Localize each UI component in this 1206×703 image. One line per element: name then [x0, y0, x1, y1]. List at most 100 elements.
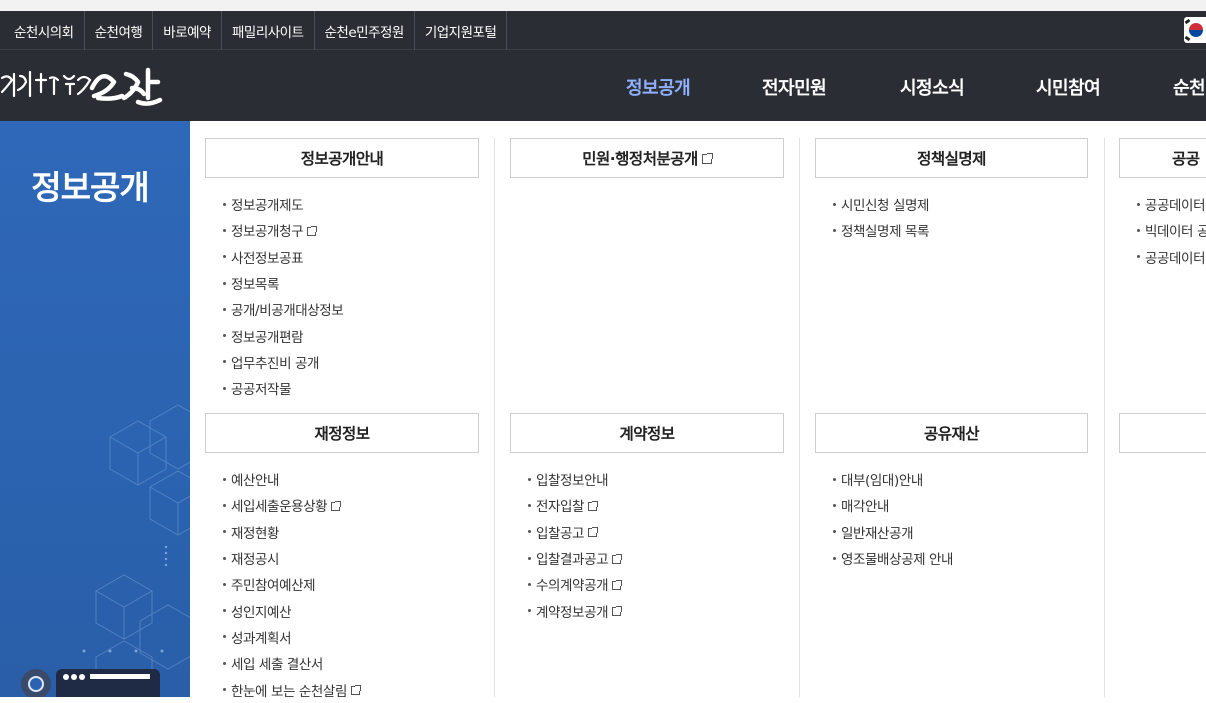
bullet-icon — [223, 202, 226, 206]
gnb-item-suncheon[interactable]: 순천 — [1173, 74, 1206, 100]
section-link-item[interactable]: 빅데이터 공 — [1137, 217, 1206, 243]
util-link-reservation[interactable]: 바로예약 — [153, 11, 222, 50]
bullet-icon — [1137, 228, 1140, 232]
gnb-item-info-disclosure[interactable]: 정보공개 — [626, 74, 691, 100]
section-link-item[interactable]: 계약정보공개 — [528, 597, 623, 623]
section-link-item[interactable]: 정보공개제도 — [223, 191, 343, 217]
section-header-finance-info[interactable]: 재정정보 — [205, 413, 479, 453]
section-link-label: 입찰결과공고 — [536, 552, 609, 569]
column-divider — [799, 138, 800, 697]
section-link-item[interactable]: 성인지예산 — [223, 597, 360, 623]
section-header-public-data[interactable]: 공공 — [1119, 138, 1206, 178]
section-link-label: 세입 세출 결산서 — [231, 657, 323, 674]
section-header-public-property[interactable]: 공유재산 — [815, 413, 1088, 453]
section-link-label: 정보목록 — [231, 277, 280, 294]
section-link-item[interactable]: 전자입찰 — [528, 492, 621, 518]
section-title: 재정정보 — [314, 425, 370, 443]
external-link-icon — [612, 579, 623, 590]
gnb-item-citizen-participation[interactable]: 시민참여 — [1036, 74, 1101, 100]
section-link-item[interactable]: 입찰공고 — [528, 519, 621, 545]
bullet-icon — [528, 503, 531, 507]
section-link-label: 정책실명제 목록 — [841, 224, 930, 241]
section-link-label: 빅데이터 공 — [1145, 224, 1206, 241]
section-link-item[interactable]: 대부(임대)안내 — [833, 466, 953, 492]
main-header: 정보공개 전자민원 시정소식 시민참여 순천 — [0, 50, 1206, 121]
browser-top-strip — [0, 0, 1206, 11]
side-title: 정보공개 — [31, 168, 149, 207]
section-title: 공유재산 — [923, 425, 980, 443]
section-link-list: 정보공개제도정보공개청구 사전정보공표정보목록공개/비공개대상정보 정보공개편람업무… — [223, 191, 344, 401]
section-link-label: 업무추진비 공개 — [231, 355, 320, 372]
section-link-list: 시민신청 실명제정책실명제 목록 — [833, 191, 929, 244]
bullet-icon — [528, 530, 531, 534]
bullet-icon — [223, 635, 226, 639]
section-link-item[interactable]: 수의계약공개 — [528, 571, 623, 597]
section-header-contract-info[interactable]: 계약정보 — [510, 413, 784, 453]
section-link-label: 성인지예산 — [231, 604, 292, 621]
section-link-item[interactable]: 공개/비공개대상정보 — [223, 296, 344, 322]
bullet-icon — [223, 386, 226, 390]
utility-links: 순천시의회 순천여행 바로예약 패밀리사이트 순천e민주정원 기업지원포털 — [0, 11, 1206, 50]
bullet-icon — [833, 530, 836, 534]
external-link-icon — [612, 606, 623, 617]
util-link-family-site[interactable]: 패밀리사이트 — [222, 11, 315, 50]
section-link-item[interactable]: 예산안내 — [223, 466, 360, 492]
section-link-label: 세입세출운용상황 — [231, 499, 328, 516]
bullet-icon — [833, 556, 836, 560]
section-link-item[interactable]: 정보목록 — [223, 270, 343, 296]
bullet-icon — [223, 688, 226, 692]
gnb-item-e-civil-service[interactable]: 전자민원 — [762, 74, 827, 100]
section-link-item[interactable]: 성과계획서 — [223, 624, 360, 650]
section-link-label: 정보공개제도 — [231, 198, 304, 215]
section-link-item[interactable]: 일반재산공개 — [833, 519, 953, 545]
external-link-icon — [588, 527, 599, 538]
section-link-item[interactable]: 한눈에 보는 순천살림 — [223, 676, 361, 702]
section-link-item[interactable]: 공공데이터 — [1137, 191, 1206, 217]
section-link-label: 계약정보공개 — [536, 604, 609, 621]
section-link-item[interactable]: 주민참여예산제 — [223, 571, 360, 597]
section-link-item[interactable]: 정보공개청구 — [223, 217, 343, 243]
bullet-icon — [1137, 255, 1140, 259]
util-link-business-portal[interactable]: 기업지원포털 — [415, 11, 508, 50]
section-link-item[interactable]: 재정공시 — [223, 545, 360, 571]
bullet-icon — [223, 530, 226, 534]
bullet-icon — [223, 228, 226, 232]
util-link-tour[interactable]: 순천여행 — [85, 11, 154, 50]
section-link-item[interactable]: 공공저작물 — [223, 375, 343, 401]
korean-flag-icon[interactable] — [1184, 17, 1206, 43]
section-link-item[interactable]: 정책실명제 목록 — [833, 217, 929, 243]
section-link-item[interactable]: 재정현황 — [223, 519, 360, 545]
section-link-item[interactable]: 영조물배상공제 안내 — [833, 545, 953, 571]
section-link-item[interactable]: 정보공개편람 — [223, 322, 343, 348]
section-title: 정책실명제 — [917, 150, 986, 168]
bullet-icon — [223, 503, 226, 507]
section-header-civil-admin-disposal[interactable]: 민원·행정처분공개 — [510, 138, 784, 178]
section-link-item[interactable]: 입찰정보안내 — [528, 466, 621, 492]
section-header-public-extra[interactable] — [1119, 413, 1206, 453]
external-link-icon — [307, 225, 318, 236]
section-link-list: 공공데이터 빅데이터 공 공공데이터 — [1137, 191, 1206, 270]
section-header-policy-real-name[interactable]: 정책실명제 — [815, 138, 1088, 178]
section-link-item[interactable]: 매각안내 — [833, 492, 953, 518]
section-header-info-disclosure-guide[interactable]: 정보공개안내 — [205, 138, 479, 178]
section-link-item[interactable]: 시민신청 실명제 — [833, 191, 929, 217]
section-link-item[interactable]: 사전정보공표 — [223, 244, 343, 270]
external-link-icon — [331, 500, 342, 511]
bullet-icon — [528, 477, 531, 481]
section-link-item[interactable]: 세입 세출 결산서 — [223, 650, 360, 676]
util-link-council[interactable]: 순천시의회 — [4, 11, 85, 50]
section-title: 정보공개안내 — [300, 150, 384, 168]
section-link-item[interactable]: 업무추진비 공개 — [223, 349, 343, 375]
section-link-item[interactable]: 세입세출운용상황 — [223, 492, 360, 518]
gnb-item-city-news[interactable]: 시정소식 — [900, 74, 965, 100]
section-link-label: 예산안내 — [231, 473, 280, 490]
util-link-democracy-garden[interactable]: 순천e민주정원 — [315, 11, 415, 50]
section-link-label: 공공데이터 — [1145, 250, 1206, 267]
section-link-label: 대부(임대)안내 — [841, 473, 923, 490]
section-title: 공공 — [1172, 150, 1200, 168]
section-link-item[interactable]: 공공데이터 — [1137, 244, 1206, 270]
section-link-list: 예산안내세입세출운용상황재정현황 재정공시주민참여예산제성인지예산성과계획서세입 … — [223, 466, 361, 703]
section-link-item[interactable]: 입찰결과공고 — [528, 545, 623, 571]
section-link-label: 주민참여예산제 — [231, 578, 316, 595]
section-link-label: 입찰정보안내 — [536, 473, 609, 490]
